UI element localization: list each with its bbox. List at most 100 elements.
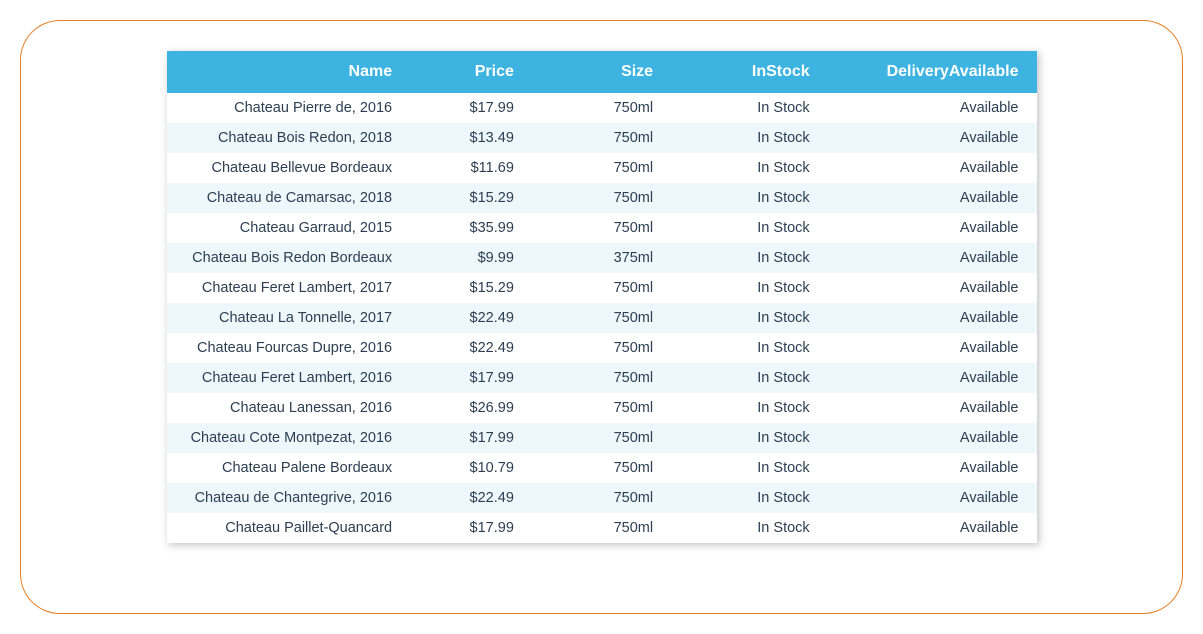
cell-name: Chateau Garraud, 2015	[167, 213, 411, 243]
cell-name: Chateau Fourcas Dupre, 2016	[167, 333, 411, 363]
cell-delivery: Available	[828, 363, 1037, 393]
cell-name: Chateau Pierre de, 2016	[167, 93, 411, 123]
cell-instock: In Stock	[671, 363, 828, 393]
cell-size: 750ml	[532, 363, 671, 393]
cell-price: $13.49	[410, 123, 532, 153]
cell-instock: In Stock	[671, 93, 828, 123]
table-row: Chateau Garraud, 2015$35.99750mlIn Stock…	[167, 213, 1037, 243]
header-delivery: DeliveryAvailable	[828, 51, 1037, 93]
table-row: Chateau Bois Redon Bordeaux$9.99375mlIn …	[167, 243, 1037, 273]
wine-table: Name Price Size InStock DeliveryAvailabl…	[167, 51, 1037, 543]
table-row: Chateau Bois Redon, 2018$13.49750mlIn St…	[167, 123, 1037, 153]
cell-delivery: Available	[828, 483, 1037, 513]
table-row: Chateau Bellevue Bordeaux$11.69750mlIn S…	[167, 153, 1037, 183]
cell-size: 750ml	[532, 183, 671, 213]
header-instock: InStock	[671, 51, 828, 93]
cell-name: Chateau Lanessan, 2016	[167, 393, 411, 423]
cell-price: $17.99	[410, 363, 532, 393]
cell-instock: In Stock	[671, 333, 828, 363]
table-header: Name Price Size InStock DeliveryAvailabl…	[167, 51, 1037, 93]
cell-delivery: Available	[828, 303, 1037, 333]
cell-delivery: Available	[828, 93, 1037, 123]
cell-size: 750ml	[532, 393, 671, 423]
page-container: Name Price Size InStock DeliveryAvailabl…	[20, 20, 1183, 614]
cell-delivery: Available	[828, 273, 1037, 303]
cell-name: Chateau Palene Bordeaux	[167, 453, 411, 483]
cell-name: Chateau Bois Redon, 2018	[167, 123, 411, 153]
cell-price: $26.99	[410, 393, 532, 423]
table-row: Chateau Palene Bordeaux$10.79750mlIn Sto…	[167, 453, 1037, 483]
cell-instock: In Stock	[671, 213, 828, 243]
cell-price: $15.29	[410, 273, 532, 303]
cell-delivery: Available	[828, 333, 1037, 363]
table-row: Chateau Fourcas Dupre, 2016$22.49750mlIn…	[167, 333, 1037, 363]
cell-price: $11.69	[410, 153, 532, 183]
cell-size: 750ml	[532, 123, 671, 153]
cell-delivery: Available	[828, 213, 1037, 243]
cell-instock: In Stock	[671, 393, 828, 423]
cell-delivery: Available	[828, 243, 1037, 273]
cell-price: $22.49	[410, 303, 532, 333]
table-row: Chateau Lanessan, 2016$26.99750mlIn Stoc…	[167, 393, 1037, 423]
cell-size: 750ml	[532, 153, 671, 183]
header-price: Price	[410, 51, 532, 93]
table-row: Chateau Pierre de, 2016$17.99750mlIn Sto…	[167, 93, 1037, 123]
header-name: Name	[167, 51, 411, 93]
cell-size: 750ml	[532, 423, 671, 453]
table-wrapper: Name Price Size InStock DeliveryAvailabl…	[167, 51, 1037, 543]
cell-name: Chateau Paillet-Quancard	[167, 513, 411, 543]
cell-price: $35.99	[410, 213, 532, 243]
cell-delivery: Available	[828, 153, 1037, 183]
table-row: Chateau de Chantegrive, 2016$22.49750mlI…	[167, 483, 1037, 513]
cell-size: 750ml	[532, 303, 671, 333]
cell-name: Chateau de Chantegrive, 2016	[167, 483, 411, 513]
cell-delivery: Available	[828, 513, 1037, 543]
table-row: Chateau Paillet-Quancard$17.99750mlIn St…	[167, 513, 1037, 543]
table-row: Chateau Cote Montpezat, 2016$17.99750mlI…	[167, 423, 1037, 453]
cell-instock: In Stock	[671, 423, 828, 453]
cell-instock: In Stock	[671, 153, 828, 183]
cell-name: Chateau Bois Redon Bordeaux	[167, 243, 411, 273]
cell-size: 750ml	[532, 513, 671, 543]
cell-price: $17.99	[410, 423, 532, 453]
cell-price: $22.49	[410, 333, 532, 363]
cell-delivery: Available	[828, 423, 1037, 453]
cell-size: 750ml	[532, 333, 671, 363]
cell-price: $22.49	[410, 483, 532, 513]
table-row: Chateau Feret Lambert, 2017$15.29750mlIn…	[167, 273, 1037, 303]
cell-size: 750ml	[532, 273, 671, 303]
cell-size: 750ml	[532, 213, 671, 243]
cell-instock: In Stock	[671, 273, 828, 303]
cell-instock: In Stock	[671, 453, 828, 483]
cell-delivery: Available	[828, 123, 1037, 153]
header-size: Size	[532, 51, 671, 93]
cell-size: 750ml	[532, 93, 671, 123]
cell-name: Chateau La Tonnelle, 2017	[167, 303, 411, 333]
cell-size: 750ml	[532, 453, 671, 483]
cell-delivery: Available	[828, 393, 1037, 423]
header-row: Name Price Size InStock DeliveryAvailabl…	[167, 51, 1037, 93]
cell-name: Chateau Feret Lambert, 2016	[167, 363, 411, 393]
cell-instock: In Stock	[671, 123, 828, 153]
table-row: Chateau Feret Lambert, 2016$17.99750mlIn…	[167, 363, 1037, 393]
table-body: Chateau Pierre de, 2016$17.99750mlIn Sto…	[167, 93, 1037, 543]
cell-size: 750ml	[532, 483, 671, 513]
cell-name: Chateau Feret Lambert, 2017	[167, 273, 411, 303]
cell-price: $9.99	[410, 243, 532, 273]
cell-delivery: Available	[828, 183, 1037, 213]
cell-price: $10.79	[410, 453, 532, 483]
table-row: Chateau de Camarsac, 2018$15.29750mlIn S…	[167, 183, 1037, 213]
cell-size: 375ml	[532, 243, 671, 273]
cell-instock: In Stock	[671, 483, 828, 513]
cell-instock: In Stock	[671, 513, 828, 543]
cell-name: Chateau Cote Montpezat, 2016	[167, 423, 411, 453]
cell-instock: In Stock	[671, 303, 828, 333]
cell-name: Chateau Bellevue Bordeaux	[167, 153, 411, 183]
table-row: Chateau La Tonnelle, 2017$22.49750mlIn S…	[167, 303, 1037, 333]
cell-instock: In Stock	[671, 183, 828, 213]
cell-name: Chateau de Camarsac, 2018	[167, 183, 411, 213]
cell-price: $15.29	[410, 183, 532, 213]
cell-price: $17.99	[410, 93, 532, 123]
cell-instock: In Stock	[671, 243, 828, 273]
cell-price: $17.99	[410, 513, 532, 543]
